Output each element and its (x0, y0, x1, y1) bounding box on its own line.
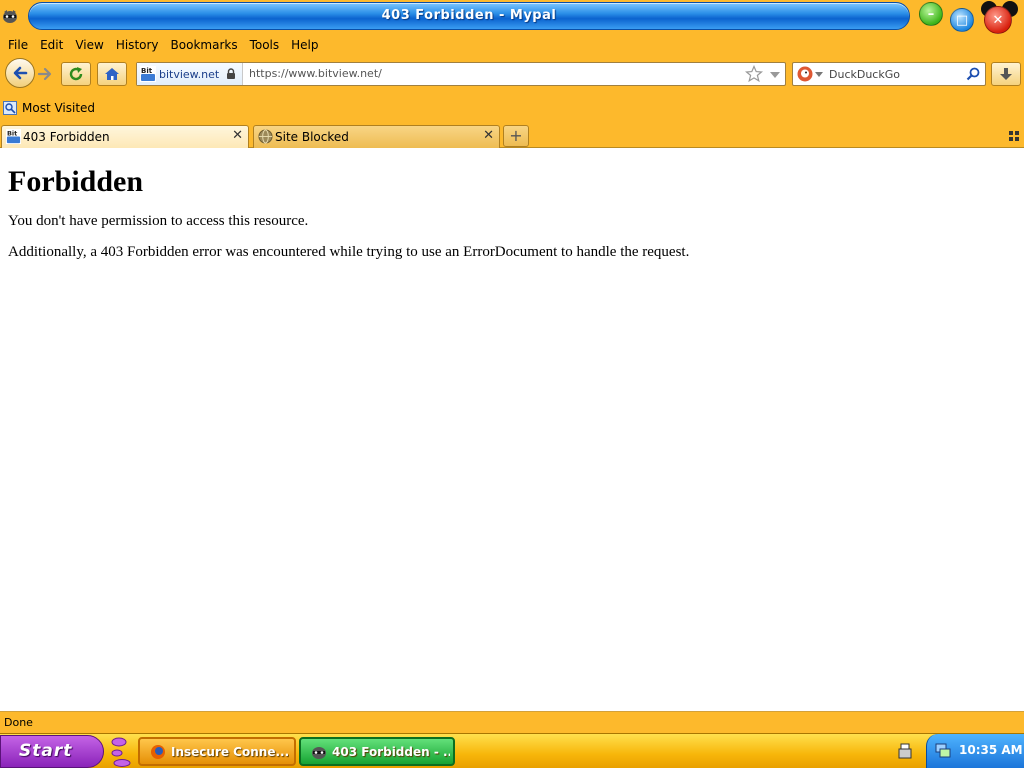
tab-list-icon[interactable] (1009, 131, 1019, 141)
task-label: 403 Forbidden - ... (332, 744, 450, 759)
search-icon[interactable] (966, 67, 980, 81)
minimize-icon: – (927, 6, 935, 22)
task-label: Insecure Conne... (171, 744, 289, 759)
menu-file-label: File (8, 38, 29, 52)
error-document-message: Additionally, a 403 Forbidden error was … (8, 244, 690, 260)
raccoon-app-icon[interactable] (2, 8, 18, 24)
menu-view[interactable]: View (69, 36, 109, 56)
menu-tools-label: Tools (249, 38, 280, 52)
raccoon-app-icon (312, 746, 326, 759)
clock[interactable]: 10:35 AM (959, 743, 1023, 757)
title-capsule: 403 Forbidden - Mypal (28, 2, 910, 30)
reload-icon (69, 67, 83, 81)
menu-edit[interactable]: Edit (34, 36, 69, 56)
taskbar-item-403-forbidden[interactable]: 403 Forbidden - ... (299, 737, 455, 766)
svg-text:Bit: Bit (141, 67, 153, 75)
system-tray: 10:35 AM (926, 734, 1024, 768)
flower-decoration-icon (111, 737, 131, 767)
dropdown-icon[interactable] (769, 69, 781, 81)
search-input[interactable]: DuckDuckGo (829, 68, 900, 81)
site-favicon: Bit (6, 129, 21, 144)
start-button[interactable]: Start (0, 735, 104, 768)
menu-bar: File Edit View History Bookmarks Tools H… (0, 36, 1024, 56)
forward-button[interactable] (36, 65, 54, 83)
close-tab-icon[interactable]: ✕ (232, 128, 243, 143)
back-icon (13, 66, 28, 80)
duckduckgo-icon (797, 66, 813, 82)
menu-edit-label: Edit (40, 38, 64, 52)
close-button[interactable]: ✕ (984, 6, 1012, 34)
start-label: Start (19, 741, 73, 761)
menu-help-label: Help (291, 38, 319, 52)
reload-button[interactable] (61, 62, 91, 86)
taskbar: Start Insecure Conne... 403 Forbidden - … (0, 733, 1024, 768)
tab-label: Site Blocked (275, 130, 349, 144)
menu-bookmarks-label: Bookmarks (170, 38, 238, 52)
search-engine-selector[interactable] (797, 66, 823, 82)
network-icon[interactable] (935, 742, 951, 758)
page-content: Forbidden You don't have permission to a… (0, 149, 1024, 711)
url-text[interactable]: https://www.bitview.net/ (249, 67, 382, 80)
plus-icon: + (509, 126, 523, 145)
usb-device-icon[interactable] (898, 743, 912, 759)
close-tab-icon[interactable]: ✕ (483, 128, 494, 143)
restore-icon: □ (955, 12, 969, 28)
menu-history-label: History (115, 38, 159, 52)
back-button[interactable] (5, 58, 35, 88)
minimize-button[interactable]: – (919, 2, 943, 26)
menu-file[interactable]: File (2, 36, 34, 56)
globe-icon (258, 129, 273, 144)
bookmarks-toolbar: Most Visited (0, 94, 1024, 122)
site-favicon: Bit (140, 66, 156, 82)
permission-message: You don't have permission to access this… (8, 213, 309, 229)
status-bar: Done (0, 711, 1024, 733)
firefox-icon (151, 744, 165, 759)
search-bar[interactable]: DuckDuckGo (792, 62, 986, 86)
tab-label: 403 Forbidden (23, 130, 110, 144)
menu-bookmarks[interactable]: Bookmarks (165, 36, 244, 56)
forward-icon (37, 67, 52, 81)
downloads-button[interactable] (991, 62, 1021, 86)
home-button[interactable] (97, 62, 127, 86)
most-visited-bookmark[interactable]: Most Visited (3, 101, 95, 115)
site-identity-button[interactable]: Bit bitview.net (137, 63, 243, 85)
restore-button[interactable]: □ (950, 8, 974, 32)
site-identity-label: bitview.net (159, 67, 220, 81)
menu-help[interactable]: Help (285, 36, 324, 56)
tab-403-forbidden[interactable]: Bit 403 Forbidden ✕ (1, 125, 249, 148)
menu-history[interactable]: History (110, 36, 165, 56)
bookmark-star-icon[interactable] (745, 65, 763, 83)
url-bar[interactable]: Bit bitview.net https://www.bitview.net/ (136, 62, 786, 86)
page-heading: Forbidden (8, 165, 144, 198)
menu-view-label: View (75, 38, 104, 52)
tab-site-blocked[interactable]: Site Blocked ✕ (253, 125, 500, 148)
home-icon (105, 68, 119, 80)
window-title: 403 Forbidden - Mypal (381, 8, 557, 23)
navigation-toolbar: Bit bitview.net https://www.bitview.net/ (0, 56, 1024, 94)
download-icon (1000, 68, 1012, 80)
close-icon: ✕ (992, 12, 1004, 28)
most-visited-label: Most Visited (22, 101, 96, 115)
tab-strip: Bit 403 Forbidden ✕ Site Blocked ✕ + (0, 122, 1024, 148)
svg-text:Bit: Bit (7, 130, 17, 138)
lock-icon (227, 68, 236, 79)
engine-dropdown-icon (815, 72, 823, 77)
status-text: Done (4, 716, 33, 729)
new-tab-button[interactable]: + (503, 125, 529, 147)
title-bar: 403 Forbidden - Mypal – □ ✕ (0, 0, 1024, 36)
taskbar-item-insecure-connection[interactable]: Insecure Conne... (138, 737, 296, 766)
menu-tools[interactable]: Tools (244, 36, 286, 56)
bookmark-folder-icon (3, 101, 17, 115)
